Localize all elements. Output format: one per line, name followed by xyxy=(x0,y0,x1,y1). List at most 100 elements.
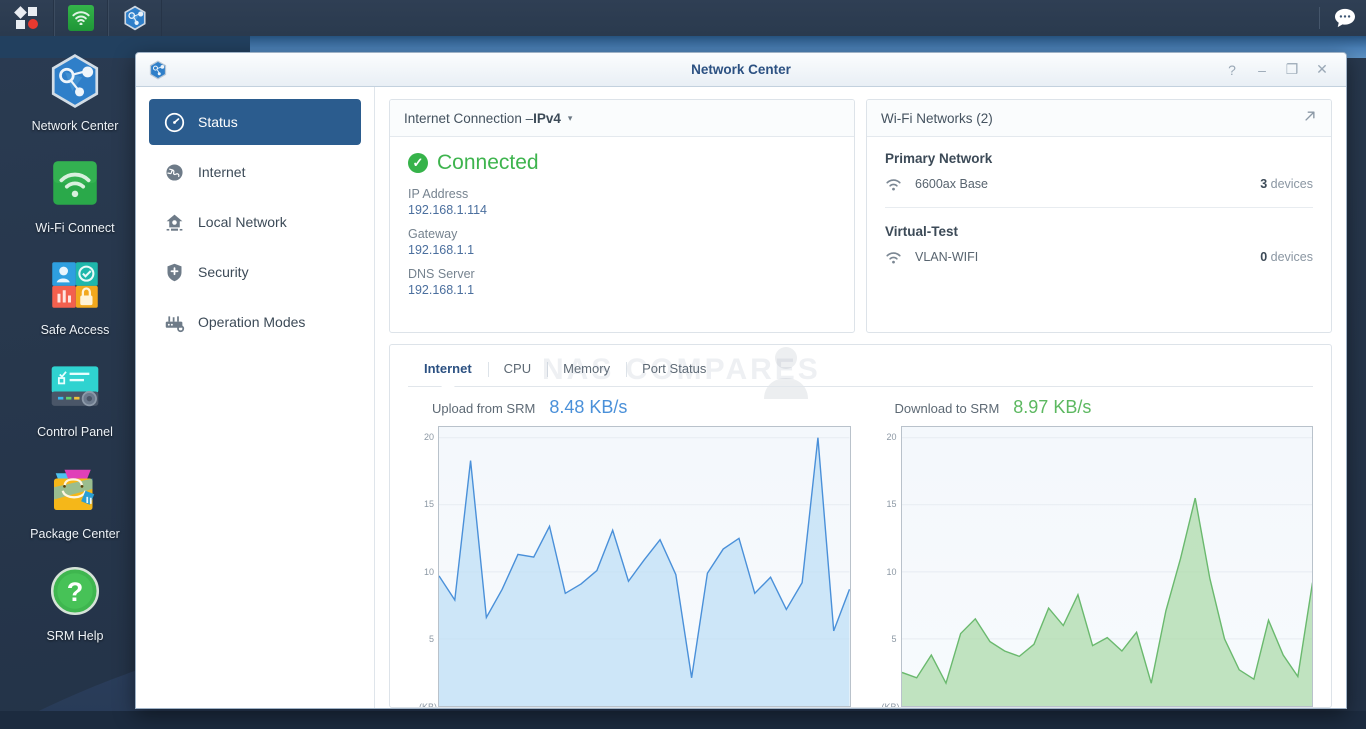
sidebar-item-operation-modes[interactable]: Operation Modes xyxy=(149,299,361,345)
sidebar: Status Internet Local Network Security O… xyxy=(136,87,375,708)
window-titlebar[interactable]: Network Center ? – ❐ ✕ xyxy=(136,53,1346,87)
download-rate-value: 8.97 KB/s xyxy=(1013,397,1092,417)
desktop-shortcut-control-panel[interactable]: Control Panel xyxy=(20,350,130,440)
wifi-group-title: Virtual-Test xyxy=(885,224,959,239)
desktop-shortcut-srm-help[interactable]: ? SRM Help xyxy=(20,554,130,644)
upload-chart-y-axis: (KB) 5 10 15 20 xyxy=(408,426,438,707)
wifi-icon xyxy=(68,5,94,31)
desktop-shortcut-wifi-connect[interactable]: Wi-Fi Connect xyxy=(20,146,130,236)
upload-rate-value: 8.48 KB/s xyxy=(549,397,628,417)
internet-connection-header[interactable]: Internet Connection – IPv4 ▾ xyxy=(390,100,854,137)
safe-access-icon xyxy=(44,254,106,316)
internet-connection-mode: IPv4 xyxy=(533,110,561,126)
network-center-window: Network Center ? – ❐ ✕ Status Internet L… xyxy=(135,52,1347,709)
desktop-shortcuts: Network Center Wi-Fi Connect Safe Access… xyxy=(0,44,150,656)
sidebar-item-label: Operation Modes xyxy=(198,314,306,330)
shortcut-label: Wi-Fi Connect xyxy=(35,221,115,235)
chevron-down-icon[interactable]: ▾ xyxy=(568,113,573,124)
download-chart-header: Download to SRM 8.97 KB/s xyxy=(871,397,1314,418)
desktop-shortcut-network-center[interactable]: Network Center xyxy=(20,44,130,134)
wifi-network-row[interactable]: 6600ax Base 3 devices xyxy=(885,177,1313,191)
close-button[interactable]: ✕ xyxy=(1308,57,1336,83)
desktop-shortcut-safe-access[interactable]: Safe Access xyxy=(20,248,130,338)
divider xyxy=(885,207,1313,208)
wifi-device-count-suffix: devices xyxy=(1267,177,1313,191)
tab-memory[interactable]: Memory xyxy=(547,361,626,386)
wifi-ssid: VLAN-WIFI xyxy=(915,250,979,264)
sidebar-item-internet[interactable]: Internet xyxy=(149,149,361,195)
field-ip-address: IP Address 192.168.1.114 xyxy=(408,187,836,217)
desktop-shortcut-package-center[interactable]: Package Center xyxy=(20,452,130,542)
sidebar-item-security[interactable]: Security xyxy=(149,249,361,295)
shield-icon xyxy=(163,261,185,283)
svg-text:?: ? xyxy=(67,577,84,607)
download-chart-block: Download to SRM 8.97 KB/s (KB) 5 10 15 20 xyxy=(861,397,1324,707)
traffic-graph-panel: Internet CPU Memory Port Status NAS COMP… xyxy=(389,344,1332,708)
wifi-group-title: Primary Network xyxy=(885,151,993,166)
taskbar xyxy=(0,0,1366,36)
wifi-group-virtual-test: Virtual-Test VLAN-WIFI 0 devices xyxy=(885,224,1313,264)
taskbar-right-area xyxy=(1319,0,1366,36)
main-content: Internet Connection – IPv4 ▾ ✓ Connected… xyxy=(375,87,1346,708)
upload-chart-y-unit: (KB) xyxy=(419,702,437,708)
check-circle-icon: ✓ xyxy=(408,153,428,173)
external-link-arrow-icon[interactable] xyxy=(1303,109,1317,127)
speech-bubble-icon[interactable] xyxy=(1334,8,1356,28)
control-panel-icon xyxy=(44,356,106,418)
shortcut-label: Network Center xyxy=(31,119,119,133)
taskbar-divider xyxy=(1319,7,1320,29)
charts-container: Upload from SRM 8.48 KB/s (KB) 5 10 15 20 xyxy=(390,387,1331,707)
tab-cpu[interactable]: CPU xyxy=(487,361,547,386)
globe-icon xyxy=(163,161,185,183)
shortcut-label: Control Panel xyxy=(37,425,113,439)
y-axis-tick-label: 15 xyxy=(886,499,897,510)
taskbar-main-menu-button[interactable] xyxy=(0,0,54,36)
y-axis-tick-label: 20 xyxy=(886,431,897,442)
active-tab-notch xyxy=(441,381,455,387)
taskbar-wifi-connect-button[interactable] xyxy=(54,0,108,36)
field-dns-server: DNS Server 192.168.1.1 xyxy=(408,267,836,297)
y-axis-tick-label: 15 xyxy=(423,499,434,510)
wifi-icon xyxy=(44,152,106,214)
wifi-networks-title: Wi-Fi Networks (2) xyxy=(881,110,993,126)
maximize-button[interactable]: ❐ xyxy=(1278,57,1306,83)
wifi-group-primary: Primary Network 6600ax Base 3 devices xyxy=(885,151,1313,191)
wifi-networks-panel: Wi-Fi Networks (2) Primary Network 6600a… xyxy=(866,99,1332,333)
package-center-icon xyxy=(44,458,106,520)
tab-port-status[interactable]: Port Status xyxy=(626,361,722,386)
house-network-icon xyxy=(163,211,185,233)
minimize-button[interactable]: – xyxy=(1248,57,1276,83)
wifi-device-count: 3 devices xyxy=(1260,177,1313,191)
field-label: IP Address xyxy=(408,187,469,201)
window-body: Status Internet Local Network Security O… xyxy=(136,87,1346,708)
wifi-device-count: 0 devices xyxy=(1260,250,1313,264)
help-button[interactable]: ? xyxy=(1218,57,1246,83)
wifi-networks-body: Primary Network 6600ax Base 3 devices Vi… xyxy=(867,137,1331,332)
taskbar-network-center-button[interactable] xyxy=(108,0,162,36)
internet-connection-body: ✓ Connected IP Address 192.168.1.114 Gat… xyxy=(390,137,854,332)
y-axis-tick-label: 5 xyxy=(891,634,897,645)
sidebar-item-local-network[interactable]: Local Network xyxy=(149,199,361,245)
network-hex-icon xyxy=(148,60,168,80)
shortcut-label: SRM Help xyxy=(46,629,104,643)
y-axis-tick-label: 10 xyxy=(423,566,434,577)
window-title: Network Center xyxy=(691,62,791,77)
wifi-device-count-suffix: devices xyxy=(1267,250,1313,264)
upload-chart-area: (KB) 5 10 15 20 xyxy=(408,426,851,707)
sidebar-item-label: Status xyxy=(198,114,238,130)
field-label: Gateway xyxy=(408,227,458,241)
connection-status: Connected xyxy=(437,151,539,174)
connection-status-row: ✓ Connected xyxy=(408,151,836,175)
internet-connection-panel: Internet Connection – IPv4 ▾ ✓ Connected… xyxy=(389,99,855,333)
download-chart-y-axis: (KB) 5 10 15 20 xyxy=(871,426,901,707)
network-hex-icon xyxy=(44,50,106,112)
sidebar-item-label: Local Network xyxy=(198,214,287,230)
wifi-network-row[interactable]: VLAN-WIFI 0 devices xyxy=(885,250,1313,264)
download-chart-area: (KB) 5 10 15 20 xyxy=(871,426,1313,707)
window-controls: ? – ❐ ✕ xyxy=(1218,57,1346,83)
network-hex-icon xyxy=(122,5,148,31)
download-chart-y-unit: (KB) xyxy=(881,702,900,708)
sidebar-item-status[interactable]: Status xyxy=(149,99,361,145)
field-gateway: Gateway 192.168.1.1 xyxy=(408,227,836,257)
upload-chart-title: Upload from SRM xyxy=(432,401,536,416)
